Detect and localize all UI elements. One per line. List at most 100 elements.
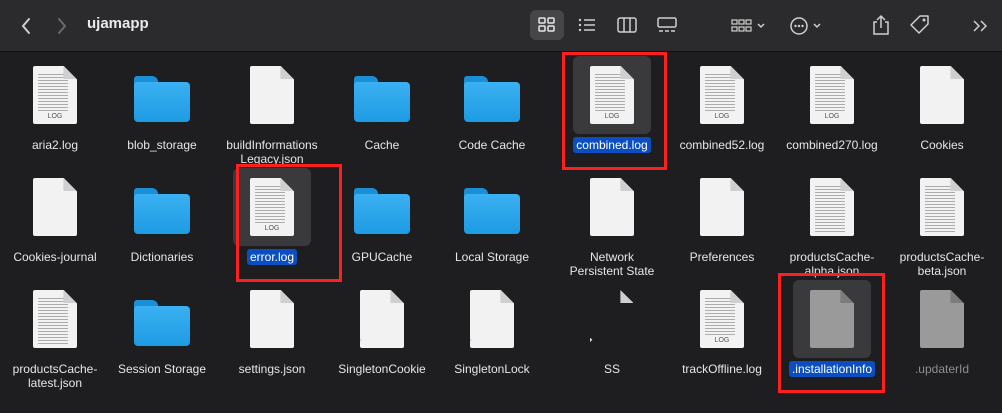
- alias-arrow-icon: ⬋: [464, 336, 474, 348]
- file-label: SingletonLock: [454, 362, 530, 376]
- chevron-right-icon: [58, 18, 67, 34]
- group-grid-icon: [731, 19, 765, 32]
- file-item-network-persistent-state[interactable]: Network Persistent State: [557, 164, 667, 278]
- document-icon: [250, 66, 294, 124]
- toolbar-overflow-button[interactable]: [966, 12, 994, 40]
- log-file-icon: LOG: [700, 290, 744, 348]
- file-label: .updaterId: [914, 362, 970, 376]
- back-button[interactable]: [12, 12, 40, 40]
- file-label: productsCache-alpha.json: [789, 250, 875, 278]
- text-document-icon: [920, 178, 964, 236]
- file-label: GPUCache: [351, 250, 413, 264]
- file-item-trackoffline-log[interactable]: LOG trackOffline.log: [667, 276, 777, 388]
- double-chevron-right-icon: [973, 20, 988, 32]
- alias-document-icon: ⬋: [470, 290, 514, 348]
- file-label: trackOffline.log: [682, 362, 762, 376]
- list-view-icon: [578, 18, 595, 32]
- group-by-button[interactable]: [726, 11, 772, 41]
- file-item-combined-log[interactable]: LOG combined.log: [557, 52, 667, 164]
- alias-arrow-icon: ⬋: [584, 336, 594, 348]
- file-label: Preferences: [689, 250, 755, 264]
- log-file-icon: LOG: [590, 66, 634, 124]
- file-label: aria2.log: [31, 138, 79, 152]
- file-label: .installationInfo: [777, 361, 887, 377]
- file-item-buildinformationslegacy-json[interactable]: buildInformations Legacy.json: [217, 52, 327, 166]
- file-item-cookies[interactable]: Cookies: [887, 52, 997, 164]
- file-item-dictionaries[interactable]: Dictionaries: [107, 164, 217, 276]
- file-item-blob-storage[interactable]: blob_storage: [107, 52, 217, 164]
- column-view-icon: [617, 17, 637, 33]
- folder-icon: [354, 188, 410, 234]
- file-item-preferences[interactable]: Preferences: [667, 164, 777, 276]
- chevron-left-icon: [21, 18, 30, 34]
- file-label: combined.log: [557, 137, 667, 153]
- file-icon-grid: LOG aria2.log blob_storage buildInformation…: [0, 52, 1002, 413]
- file-item-productscache-beta-json[interactable]: productsCache-beta.json: [887, 164, 997, 278]
- hidden-document-icon: [920, 290, 964, 348]
- file-item-error-log[interactable]: LOG error.log: [217, 164, 327, 276]
- file-label: Cookies: [920, 138, 964, 152]
- log-file-icon: LOG: [250, 178, 294, 236]
- text-document-icon: [33, 290, 77, 348]
- document-icon: [250, 290, 294, 348]
- file-label: settings.json: [238, 362, 306, 376]
- file-label: SS: [603, 362, 620, 376]
- file-item-singletonlock[interactable]: ⬋ SingletonLock: [437, 276, 547, 388]
- icon-view-button[interactable]: [530, 10, 564, 40]
- file-label: Cookies-journal: [13, 250, 97, 264]
- tag-icon: [910, 15, 929, 34]
- tag-button[interactable]: [905, 10, 935, 40]
- file-item-gpucache[interactable]: GPUCache: [327, 164, 437, 276]
- action-menu-button[interactable]: [784, 11, 830, 41]
- file-label: Local Storage: [454, 250, 530, 264]
- folder-icon: [134, 76, 190, 122]
- file-item-installationinfo[interactable]: .installationInfo: [777, 276, 887, 388]
- file-item-singletoncookie[interactable]: ⬋ SingletonCookie: [327, 276, 437, 388]
- window-title: ujamapp: [87, 15, 149, 32]
- view-mode-group: [530, 10, 684, 42]
- file-item-session-storage[interactable]: Session Storage: [107, 276, 217, 388]
- file-item-productscache-latest-json[interactable]: productsCache-latest.json: [0, 276, 110, 390]
- text-document-icon: [810, 178, 854, 236]
- document-icon: [700, 178, 744, 236]
- file-item-combined52-log[interactable]: LOG combined52.log: [667, 52, 777, 164]
- grid-view-icon: [538, 17, 555, 32]
- gallery-view-icon: [657, 17, 677, 32]
- folder-icon: [354, 76, 410, 122]
- hidden-document-icon: [810, 290, 854, 348]
- file-item-local-storage[interactable]: Local Storage: [437, 164, 547, 276]
- log-file-icon: LOG: [810, 66, 854, 124]
- document-icon: [590, 178, 634, 236]
- file-item-ss[interactable]: ⬋ SS: [557, 276, 667, 388]
- file-label: productsCache-latest.json: [12, 362, 98, 390]
- gallery-view-button[interactable]: [650, 10, 684, 40]
- alias-document-icon: ⬋: [590, 290, 634, 348]
- column-view-button[interactable]: [610, 10, 644, 40]
- file-item-productscache-alpha-json[interactable]: productsCache-alpha.json: [777, 164, 887, 278]
- share-icon: [873, 14, 889, 35]
- file-item-code-cache[interactable]: Code Cache: [437, 52, 547, 164]
- file-item-cookies-journal[interactable]: Cookies-journal: [0, 164, 110, 276]
- file-item-combined270-log[interactable]: LOG combined270.log: [777, 52, 887, 164]
- file-label: SingletonCookie: [338, 362, 426, 376]
- file-label: combined52.log: [679, 138, 765, 152]
- folder-icon: [134, 300, 190, 346]
- document-icon: [920, 66, 964, 124]
- file-label: buildInformations Legacy.json: [226, 138, 318, 166]
- file-label: blob_storage: [127, 138, 197, 152]
- log-file-icon: LOG: [700, 66, 744, 124]
- log-file-icon: LOG: [33, 66, 77, 124]
- file-item-settings-json[interactable]: settings.json: [217, 276, 327, 388]
- file-label: Code Cache: [458, 138, 526, 152]
- file-label: Cache: [364, 138, 400, 152]
- folder-icon: [464, 188, 520, 234]
- list-view-button[interactable]: [570, 10, 604, 40]
- file-label: Dictionaries: [130, 250, 194, 264]
- file-item-updaterid[interactable]: .updaterId: [887, 276, 997, 388]
- file-item-cache[interactable]: Cache: [327, 52, 437, 164]
- alias-document-icon: ⬋: [360, 290, 404, 348]
- file-item-aria2-log[interactable]: LOG aria2.log: [0, 52, 110, 164]
- share-button[interactable]: [866, 10, 896, 40]
- forward-button[interactable]: [48, 12, 76, 40]
- file-label: productsCache-beta.json: [899, 250, 985, 278]
